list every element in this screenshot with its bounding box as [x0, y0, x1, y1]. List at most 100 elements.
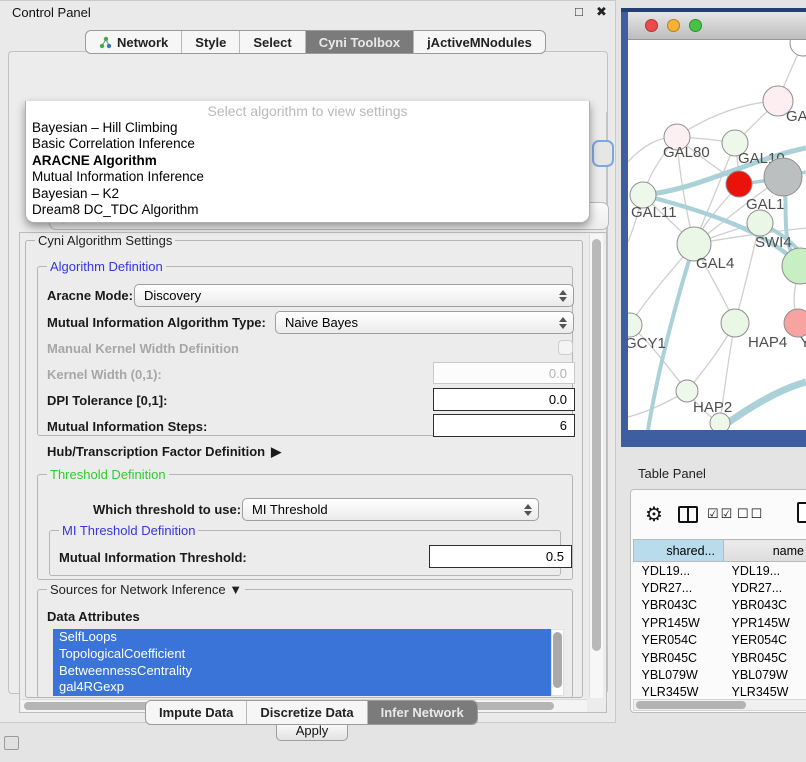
algorithm-option[interactable]: Basic Correlation Inference: [26, 136, 589, 152]
attribute-list-item[interactable]: SelfLoops: [53, 629, 551, 646]
scrollbar-thumb[interactable]: [592, 239, 601, 651]
table-row[interactable]: YPR145WYPR145W9.: [634, 614, 806, 631]
mi-steps-input[interactable]: 6: [433, 414, 575, 437]
combobox-value: Naive Bayes: [285, 315, 358, 330]
network-node-bottom-small[interactable]: [710, 413, 730, 430]
algorithm-option[interactable]: Bayesian – K2: [26, 186, 589, 202]
bottom-tab-infer-network[interactable]: Infer Network: [367, 701, 477, 724]
algorithm-dropdown-popup: Select algorithm to view settings Bayesi…: [25, 101, 590, 223]
table-horizontal-scrollbar[interactable]: [633, 699, 806, 711]
cyni-bottom-tabbar: Impute Data Discretize DataInfer Network: [145, 700, 478, 725]
kernel-width-input[interactable]: 0.0: [433, 362, 575, 384]
stepper-icon: [522, 499, 534, 520]
manual-kernel-width-checkbox[interactable]: [558, 340, 573, 355]
tab-label: Select: [253, 35, 291, 50]
table-cell: YDR27...: [724, 579, 806, 596]
select-all-checkboxes-icon[interactable]: ☑☑: [707, 506, 734, 522]
table-row[interactable]: YDR27...YDR27...12: [634, 579, 806, 596]
group-title: Sources for Network Inference ▼: [47, 582, 245, 597]
table-cell: YBR043C: [634, 597, 724, 614]
table-row[interactable]: YBR043CYBR043C: [634, 597, 806, 614]
attribute-list-item[interactable]: TopologicalCoefficient: [53, 646, 551, 663]
network-view-window[interactable]: GAL8GAL80GAL10GAL1GAL11SWI4GAL4GCY1HAP4Y…: [621, 8, 806, 447]
which-threshold-label: Which threshold to use:: [93, 502, 241, 517]
tab-network[interactable]: Network: [86, 31, 181, 53]
algorithm-popup-list: Bayesian – Hill ClimbingBasic Correlatio…: [26, 120, 589, 218]
close-window-icon[interactable]: [645, 19, 658, 32]
algorithm-option[interactable]: ARACNE Algorithm: [26, 153, 589, 169]
dpi-tolerance-label: DPI Tolerance [0,1]:: [47, 393, 167, 408]
attributes-list-scrollbar[interactable]: [551, 629, 564, 696]
stepper-icon: [557, 285, 569, 306]
deselect-all-checkboxes-icon[interactable]: ☐☐: [737, 506, 764, 522]
dpi-tolerance-input[interactable]: 0.0: [433, 388, 575, 411]
group-title: Threshold Definition: [47, 467, 169, 482]
bottom-tab-discretize-data[interactable]: Discretize Data: [246, 701, 366, 724]
panel-dock-icon[interactable]: [4, 736, 19, 750]
tab-style[interactable]: Style: [181, 31, 239, 53]
table-cell: YDL19...: [634, 562, 724, 580]
hub-tf-definition-disclosure[interactable]: Hub/Transcription Factor Definition▶: [47, 444, 281, 460]
tab-label: jActiveMNodules: [427, 35, 532, 50]
attribute-list-item[interactable]: BetweennessCentrality: [53, 663, 551, 680]
network-node-SWI4[interactable]: [747, 210, 773, 236]
network-node-gray-node[interactable]: [764, 158, 802, 196]
network-node-HAP4[interactable]: [721, 309, 749, 337]
data-attributes-list: SelfLoopsTopologicalCoefficientBetweenne…: [53, 629, 551, 696]
node-label: SWI4: [755, 234, 792, 251]
mi-threshold-input[interactable]: 0.5: [429, 545, 572, 568]
table-cell: YPR145W: [634, 614, 724, 631]
network-node-Y-salmon[interactable]: [784, 309, 806, 337]
network-edge[interactable]: [677, 101, 778, 137]
table-panel: ⚙ ☑☑ ☐☐ shared...name YDL19...YDL19...13…: [630, 489, 806, 713]
control-panel-title: Control Panel: [12, 5, 91, 20]
scrollbar-thumb[interactable]: [636, 701, 746, 709]
minimize-window-icon[interactable]: [667, 19, 680, 32]
column-header[interactable]: shared...: [634, 540, 724, 562]
which-threshold-combobox[interactable]: MI Threshold: [242, 498, 539, 521]
table-panel-title: Table Panel: [638, 466, 706, 481]
table-cell: YER054C: [634, 632, 724, 649]
gear-icon[interactable]: ⚙: [645, 502, 663, 527]
close-panel-icon[interactable]: ✖: [596, 4, 607, 20]
table-row[interactable]: YBR045CYBR045C9.: [634, 649, 806, 666]
table-row[interactable]: YDL19...YDL19...13: [634, 562, 806, 580]
table-viewport: shared...name YDL19...YDL19...13YDR27...…: [633, 539, 806, 701]
node-label: GAL4: [696, 255, 734, 272]
document-icon[interactable]: [797, 502, 806, 523]
tab-label: Impute Data: [159, 705, 233, 720]
group-title: Cyni Algorithm Settings: [35, 233, 175, 248]
node-label: GAL11: [631, 204, 677, 221]
combobox-value: Discovery: [144, 288, 201, 303]
tab-cyni-toolbox[interactable]: Cyni Toolbox: [305, 31, 413, 53]
aracne-mode-combobox[interactable]: Discovery: [134, 284, 574, 307]
attribute-list-item[interactable]: gal4RGexp: [53, 679, 551, 696]
tab-select[interactable]: Select: [239, 31, 304, 53]
network-node-top-partial[interactable]: [790, 40, 806, 56]
node-label: HAP2: [693, 399, 732, 416]
float-panel-icon[interactable]: □: [575, 4, 583, 19]
network-icon: [99, 36, 112, 49]
algorithm-option[interactable]: Mutual Information Inference: [26, 169, 589, 185]
scrollbar-thumb[interactable]: [553, 632, 562, 688]
chevron-down-icon: ▼: [229, 582, 242, 597]
data-attributes-label: Data Attributes: [47, 609, 140, 624]
table-row[interactable]: YBL079WYBL079W: [634, 666, 806, 683]
tab-jactivemnodules[interactable]: jActiveMNodules: [413, 31, 545, 53]
column-view-icon[interactable]: [678, 506, 698, 523]
network-window-titlebar[interactable]: [628, 12, 806, 40]
mi-algorithm-type-combobox[interactable]: Naive Bayes: [275, 311, 574, 334]
table-row[interactable]: YER054CYER054C8.: [634, 632, 806, 649]
zoom-window-icon[interactable]: [689, 19, 702, 32]
network-node-GAL1[interactable]: [726, 171, 752, 197]
settings-vertical-scrollbar[interactable]: [589, 234, 603, 698]
group-title: MI Threshold Definition: [59, 523, 198, 538]
table-cell: YDR27...: [634, 579, 724, 596]
bottom-tab-impute-data[interactable]: Impute Data: [146, 701, 246, 724]
algorithm-option[interactable]: Bayesian – Hill Climbing: [26, 120, 589, 136]
algorithm-option[interactable]: Dream8 DC_TDC Algorithm: [26, 202, 589, 218]
network-canvas[interactable]: GAL8GAL80GAL10GAL1GAL11SWI4GAL4GCY1HAP4Y…: [628, 40, 806, 430]
network-node-GCY1[interactable]: [628, 313, 642, 337]
column-header[interactable]: name: [724, 540, 806, 562]
hidden-combo-stepper: [592, 140, 614, 167]
